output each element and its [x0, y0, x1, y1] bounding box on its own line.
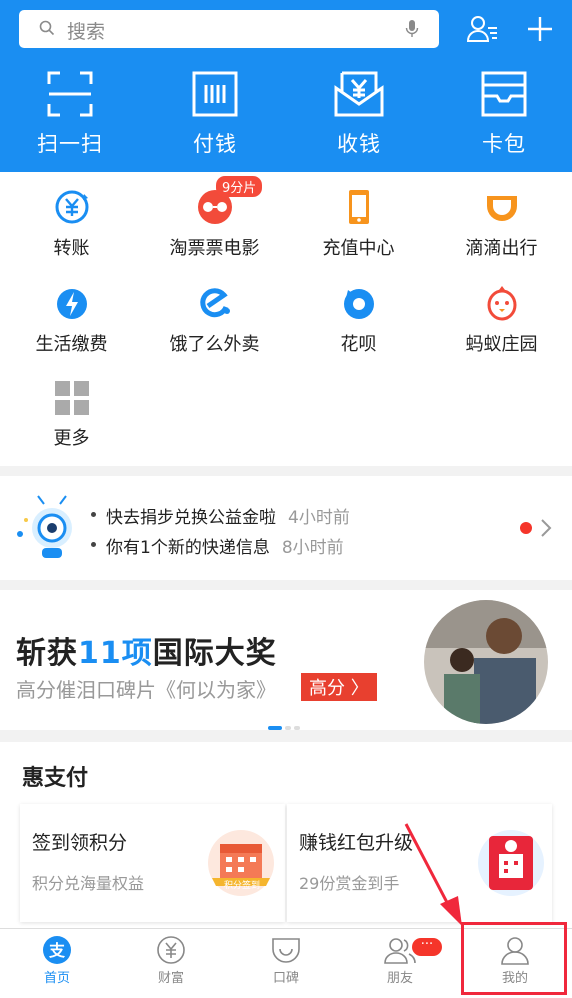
carousel-dot-active — [268, 726, 282, 730]
card-title: 签到领积分 — [32, 832, 128, 854]
service-label: 淘票票电影 — [169, 238, 260, 259]
alipay-home-icon: 支 — [0, 935, 114, 965]
service-label: 蚂蚁庄园 — [465, 334, 538, 355]
carousel-dots — [268, 715, 303, 734]
checkin-badge-text: 积分签到 — [224, 881, 261, 891]
microphone-icon[interactable] — [405, 19, 419, 43]
service-transfer[interactable]: 转账 — [0, 188, 143, 260]
transfer-icon — [0, 188, 143, 226]
phone-topup-icon — [287, 188, 430, 226]
card-title: 赚钱红包升级 — [299, 832, 414, 854]
search-input[interactable]: 搜索 — [19, 10, 439, 48]
tab-koubei[interactable]: 口碑 — [229, 935, 343, 986]
friends-notification-badge: ··· — [412, 938, 442, 956]
banner-title-b: 国际大奖 — [152, 636, 277, 671]
promo-banner[interactable]: 斩获11项国际大奖 高分催泪口碑片《何以为家》 高分 〉 — [0, 590, 572, 730]
pay-button[interactable]: 付钱 — [160, 70, 270, 158]
scan-button[interactable]: 扫一扫 — [15, 70, 125, 158]
hui-pay-section: 惠支付 签到领积分 积分兑海量权益 积分签到 赚钱红包升级 29份赏金到手 — [0, 742, 572, 928]
carousel-dot — [285, 726, 291, 730]
section-title: 惠支付 — [22, 766, 89, 791]
ant-mascot-icon — [14, 494, 84, 568]
annotation-arrow — [400, 820, 470, 934]
header-bar: 搜索 扫一扫 付钱 收钱 卡包 — [0, 0, 572, 172]
news-time: 8小时前 — [281, 538, 344, 558]
svg-text:支: 支 — [48, 941, 66, 960]
service-label: 充值中心 — [322, 238, 395, 259]
news-text: 快去捐步兑换公益金啦 — [106, 508, 276, 528]
banner-tag[interactable]: 高分 〉 — [301, 673, 377, 701]
carousel-dot — [294, 726, 300, 730]
receive-money-icon — [304, 70, 414, 118]
tab-label: 口碑 — [272, 971, 299, 986]
service-label: 饿了么外卖 — [169, 334, 260, 355]
news-item[interactable]: 快去捐步兑换公益金啦 4小时前 — [106, 503, 350, 528]
scan-label: 扫一扫 — [37, 132, 103, 156]
annotation-highlight-box — [461, 922, 567, 995]
bullet — [91, 542, 96, 547]
red-packet-icon — [471, 826, 545, 904]
news-item[interactable]: 你有1个新的快递信息 8小时前 — [106, 533, 344, 558]
card-wallet-label: 卡包 — [482, 132, 526, 156]
service-didi[interactable]: 滴滴出行 — [430, 188, 572, 260]
service-topup[interactable]: 充值中心 — [287, 188, 430, 260]
card-wallet-icon — [449, 70, 559, 118]
pay-code-icon — [160, 70, 270, 118]
contacts-icon[interactable] — [466, 14, 500, 48]
movie-poster-image — [422, 598, 550, 730]
news-text: 你有1个新的快递信息 — [106, 538, 270, 558]
receive-button[interactable]: 收钱 — [304, 70, 414, 158]
service-label: 生活缴费 — [35, 334, 108, 355]
tab-label: 首页 — [43, 971, 70, 986]
service-ant-farm[interactable]: 蚂蚁庄园 — [430, 284, 572, 356]
service-label: 转账 — [53, 238, 90, 259]
bullet — [91, 512, 96, 517]
service-label: 滴滴出行 — [465, 238, 538, 259]
service-grid: 转账 淘票票电影 充值中心 滴滴出行 生活缴费 饿了么外卖 花呗 蚂蚁庄园 更多 — [0, 172, 572, 466]
eleme-icon — [143, 284, 286, 322]
huabei-icon — [287, 284, 430, 322]
search-icon — [39, 20, 55, 40]
service-eleme[interactable]: 饿了么外卖 — [143, 284, 286, 356]
ant-farm-icon — [430, 284, 572, 322]
movie-ticket-icon — [143, 188, 286, 226]
banner-title-a: 斩获 — [16, 636, 78, 671]
service-label: 更多 — [53, 428, 90, 449]
unread-dot — [520, 522, 532, 534]
card-subtitle: 29份赏金到手 — [299, 874, 400, 893]
news-ticker[interactable]: 快去捐步兑换公益金啦 4小时前 你有1个新的快递信息 8小时前 — [0, 476, 572, 580]
pay-label: 付钱 — [193, 132, 237, 156]
service-label: 花呗 — [340, 334, 377, 355]
movie-badge: 9分片 — [216, 176, 263, 197]
promo-card-checkin[interactable]: 签到领积分 积分兑海量权益 积分签到 — [20, 804, 285, 922]
search-placeholder: 搜索 — [67, 21, 106, 43]
news-time: 4小时前 — [288, 508, 350, 528]
didi-icon — [430, 188, 572, 226]
tab-label: 朋友 — [386, 971, 413, 986]
chevron-right-icon[interactable] — [540, 518, 552, 542]
tab-home[interactable]: 支 首页 — [0, 935, 114, 986]
card-subtitle: 积分兑海量权益 — [32, 874, 145, 893]
service-more[interactable]: 更多 — [0, 380, 143, 450]
service-utility[interactable]: 生活缴费 — [0, 284, 143, 356]
banner-title-highlight: 11项 — [78, 636, 153, 671]
wealth-icon — [114, 935, 228, 965]
receive-label: 收钱 — [337, 132, 381, 156]
tab-label: 财富 — [157, 971, 184, 986]
koubei-icon — [229, 935, 343, 965]
add-plus-icon[interactable] — [526, 15, 554, 47]
scan-icon — [15, 70, 125, 118]
service-movie[interactable]: 淘票票电影 — [143, 188, 286, 260]
service-huabei[interactable]: 花呗 — [287, 284, 430, 356]
utility-bill-icon — [0, 284, 143, 322]
banner-title: 斩获11项国际大奖 — [16, 628, 277, 672]
more-grid-icon — [0, 380, 143, 416]
tab-wealth[interactable]: 财富 — [114, 935, 228, 986]
card-wallet-button[interactable]: 卡包 — [449, 70, 559, 158]
banner-subtitle: 高分催泪口碑片《何以为家》 — [16, 678, 276, 702]
